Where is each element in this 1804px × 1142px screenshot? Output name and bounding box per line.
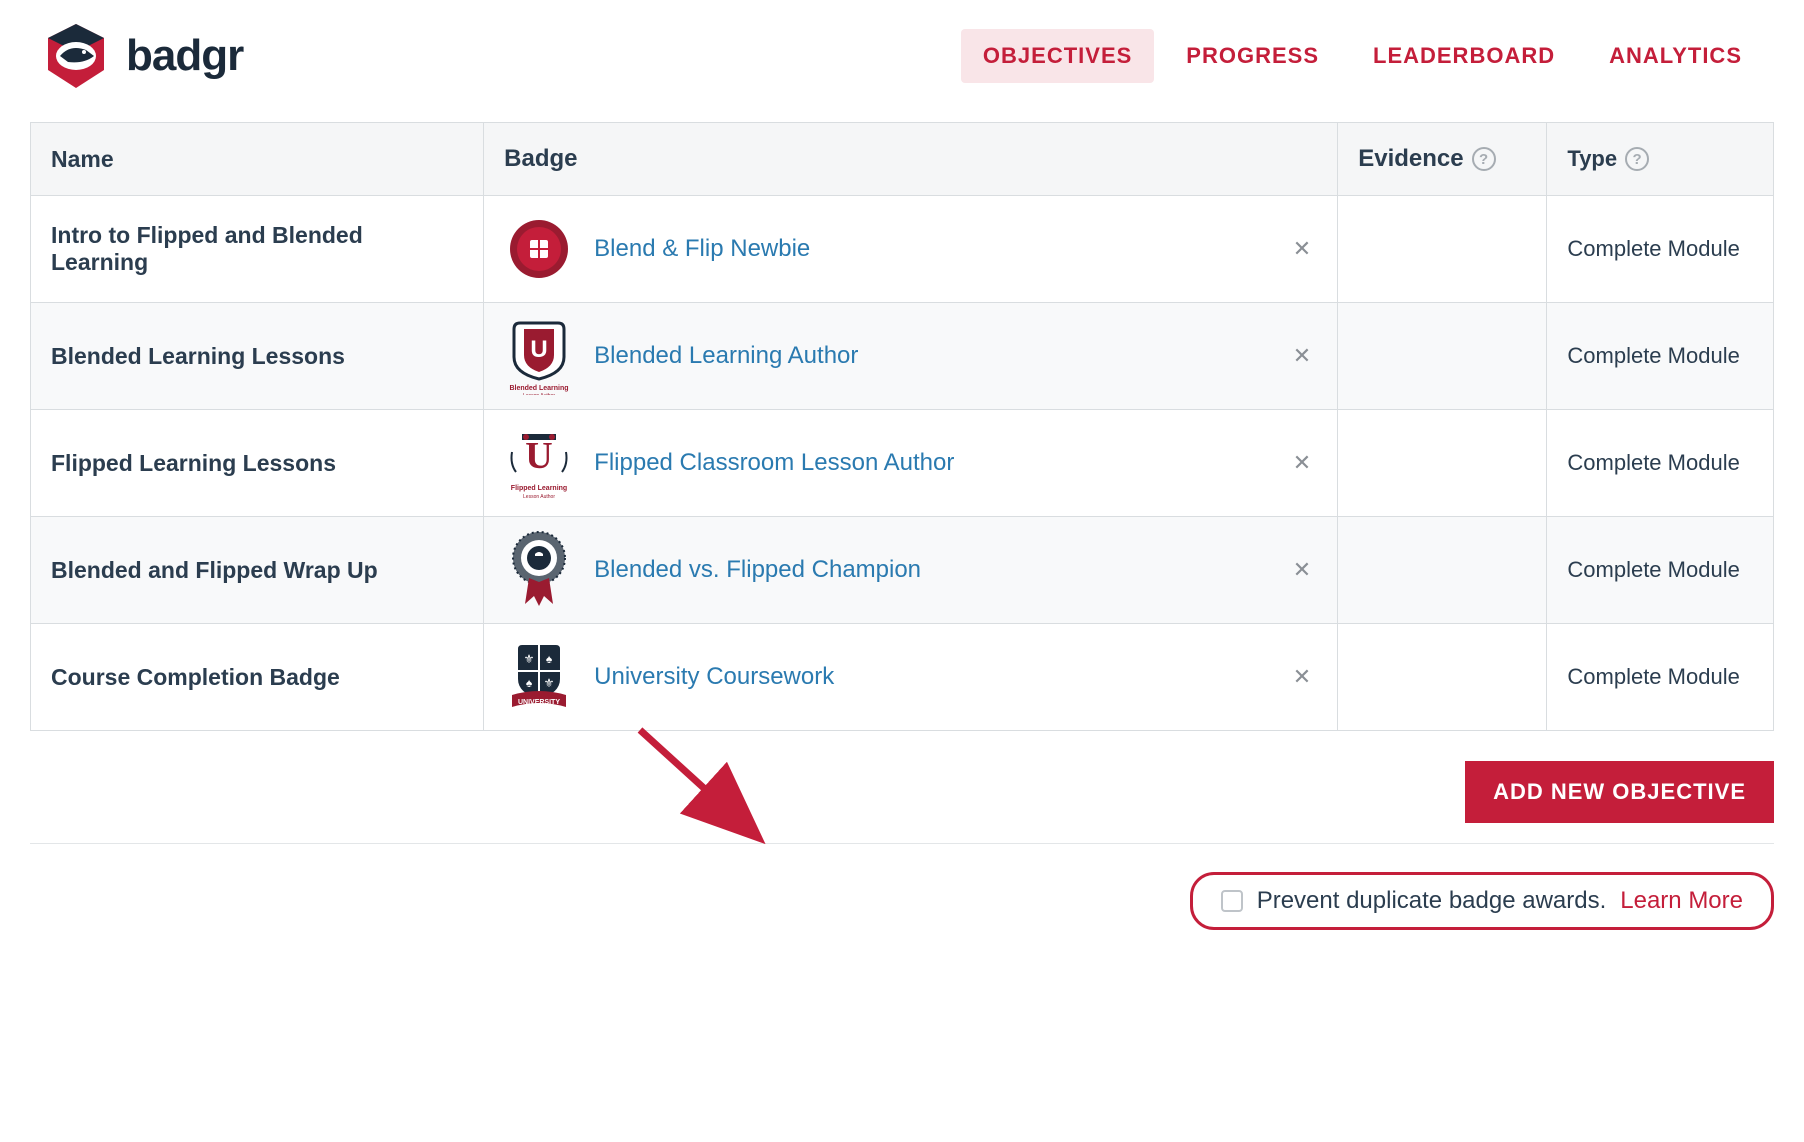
header-name: Name [31, 123, 484, 196]
svg-text:U: U [525, 435, 552, 477]
svg-text:♠: ♠ [546, 652, 553, 666]
learn-more-link[interactable]: Learn More [1620, 887, 1743, 915]
header-type: Type ? [1547, 123, 1774, 196]
objective-name: Flipped Learning Lessons [31, 410, 484, 517]
header-badge: Badge [484, 123, 1338, 196]
type-cell: Complete Module [1547, 624, 1774, 731]
evidence-cell [1338, 410, 1547, 517]
evidence-cell [1338, 196, 1547, 303]
header-type-label: Type [1567, 146, 1617, 172]
badge-link[interactable]: Blend & Flip Newbie [594, 235, 810, 263]
svg-text:UNIVERSITY: UNIVERSITY [518, 699, 560, 706]
badgr-logo-icon [40, 20, 112, 92]
svg-text:⚜: ⚜ [544, 676, 555, 690]
evidence-cell [1338, 517, 1547, 624]
badge-link[interactable]: Blended Learning Author [594, 342, 858, 370]
objectives-table: Name Badge Evidence ? Type ? Intro to Fl… [30, 122, 1774, 731]
brand-name: badgr [126, 31, 243, 81]
type-cell: Complete Module [1547, 196, 1774, 303]
remove-badge-icon[interactable]: ✕ [1287, 551, 1317, 589]
badge-icon [504, 535, 574, 605]
evidence-cell [1338, 624, 1547, 731]
header-evidence: Evidence ? [1338, 123, 1547, 196]
remove-badge-icon[interactable]: ✕ [1287, 444, 1317, 482]
svg-text:Lesson Author: Lesson Author [523, 494, 555, 500]
badge-icon: U Flipped Learning Lesson Author [504, 428, 574, 498]
badge-link[interactable]: Flipped Classroom Lesson Author [594, 449, 954, 477]
svg-text:⚜: ⚜ [524, 652, 535, 666]
table-row: Flipped Learning Lessons U Flipped Learni… [31, 410, 1774, 517]
remove-badge-icon[interactable]: ✕ [1287, 337, 1317, 375]
prevent-duplicate-checkbox[interactable] [1221, 890, 1243, 912]
badge-link[interactable]: University Coursework [594, 663, 834, 691]
logo[interactable]: badgr [40, 20, 243, 92]
add-objective-button[interactable]: ADD NEW OBJECTIVE [1465, 761, 1774, 823]
header-evidence-label: Evidence [1358, 145, 1463, 173]
svg-text:U: U [531, 336, 548, 363]
table-row: Intro to Flipped and Blended Learning Bl… [31, 196, 1774, 303]
help-icon[interactable]: ? [1625, 147, 1649, 171]
type-cell: Complete Module [1547, 303, 1774, 410]
svg-text:Lesson Author: Lesson Author [523, 393, 555, 395]
objective-name: Blended and Flipped Wrap Up [31, 517, 484, 624]
remove-badge-icon[interactable]: ✕ [1287, 658, 1317, 696]
type-cell: Complete Module [1547, 410, 1774, 517]
svg-text:♠: ♠ [526, 676, 533, 690]
objective-name: Intro to Flipped and Blended Learning [31, 196, 484, 303]
main-nav: OBJECTIVES PROGRESS LEADERBOARD ANALYTIC… [961, 29, 1764, 83]
table-row: Blended and Flipped Wrap Up Blended vs. … [31, 517, 1774, 624]
remove-badge-icon[interactable]: ✕ [1287, 230, 1317, 268]
nav-objectives[interactable]: OBJECTIVES [961, 29, 1154, 83]
table-row: Blended Learning Lessons U Blended Learni… [31, 303, 1774, 410]
svg-text:Flipped Learning: Flipped Learning [511, 485, 567, 492]
prevent-duplicate-label: Prevent duplicate badge awards. [1257, 887, 1607, 915]
svg-text:Blended Learning: Blended Learning [510, 385, 569, 392]
nav-leaderboard[interactable]: LEADERBOARD [1351, 29, 1577, 83]
objective-name: Blended Learning Lessons [31, 303, 484, 410]
prevent-duplicate-box: Prevent duplicate badge awards. Learn Mo… [1190, 872, 1774, 930]
badge-icon: UBlended LearningLesson Author [504, 321, 574, 391]
nav-analytics[interactable]: ANALYTICS [1587, 29, 1764, 83]
evidence-cell [1338, 303, 1547, 410]
divider [30, 843, 1774, 844]
table-row: Course Completion Badge ⚜ ♠ ♠ ⚜ UNIVERSITY U… [31, 624, 1774, 731]
help-icon[interactable]: ? [1472, 147, 1496, 171]
badge-icon: ⚜ ♠ ♠ ⚜ UNIVERSITY [504, 642, 574, 712]
badge-icon [504, 214, 574, 284]
badge-link[interactable]: Blended vs. Flipped Champion [594, 556, 921, 584]
type-cell: Complete Module [1547, 517, 1774, 624]
objective-name: Course Completion Badge [31, 624, 484, 731]
nav-progress[interactable]: PROGRESS [1164, 29, 1341, 83]
